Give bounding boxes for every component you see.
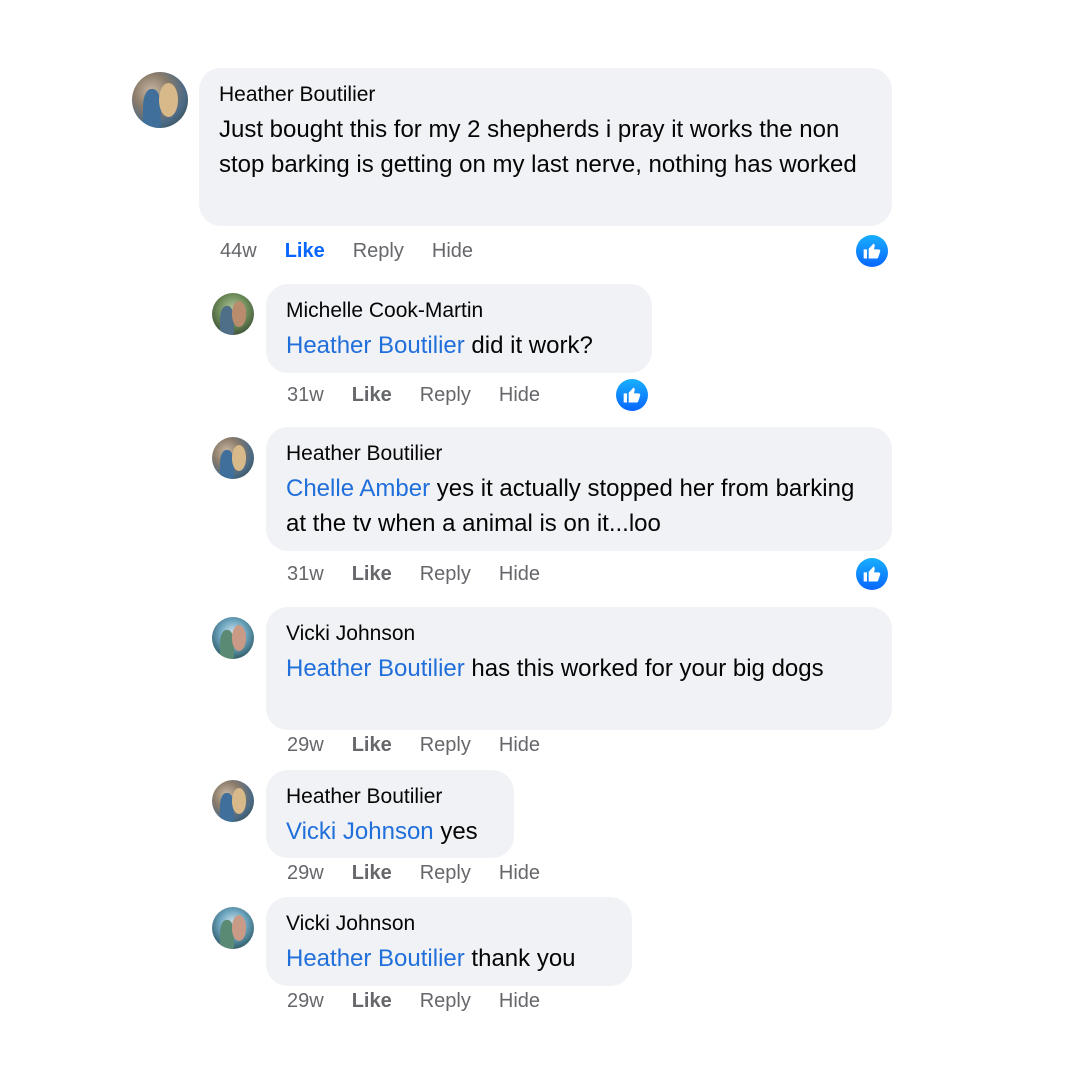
comment-author[interactable]: Heather Boutilier	[286, 441, 872, 467]
mention-link[interactable]: Chelle Amber	[286, 475, 430, 502]
comment-actions: 29w Like Reply Hide	[287, 734, 568, 757]
comment-body: did it work?	[464, 332, 593, 359]
comment-text: Heather Boutilier did it work?	[286, 328, 632, 363]
mention-link[interactable]: Vicki Johnson	[286, 818, 434, 845]
comment-timestamp[interactable]: 31w	[287, 563, 324, 586]
comment-text: Vicki Johnson yes	[286, 814, 494, 849]
hide-button[interactable]: Hide	[499, 862, 540, 885]
avatar[interactable]	[212, 780, 254, 822]
mention-link[interactable]: Heather Boutilier	[286, 945, 465, 972]
like-button[interactable]: Like	[285, 240, 325, 263]
comment-timestamp[interactable]: 29w	[287, 990, 324, 1013]
comment-text: Chelle Amber yes it actually stopped her…	[286, 471, 872, 541]
comment-bubble: Vicki Johnson Heather Boutilier thank yo…	[266, 897, 632, 986]
like-button[interactable]: Like	[352, 734, 392, 757]
comment-timestamp[interactable]: 29w	[287, 862, 324, 885]
comment-body: Just bought this for my 2 shepherds i pr…	[219, 116, 857, 178]
comment-bubble: Heather Boutilier Just bought this for m…	[199, 68, 892, 226]
like-button[interactable]: Like	[352, 384, 392, 407]
hide-button[interactable]: Hide	[499, 384, 540, 407]
like-reaction-icon[interactable]	[856, 235, 888, 267]
comment-actions: 29w Like Reply Hide	[287, 862, 568, 885]
comment-timestamp[interactable]: 31w	[287, 384, 324, 407]
like-reaction-icon[interactable]	[856, 558, 888, 590]
comment-author[interactable]: Heather Boutilier	[219, 82, 872, 108]
comment-text: Just bought this for my 2 shepherds i pr…	[219, 112, 872, 182]
avatar[interactable]	[212, 293, 254, 335]
like-button[interactable]: Like	[352, 990, 392, 1013]
reply-button[interactable]: Reply	[420, 563, 471, 586]
comment-author[interactable]: Michelle Cook-Martin	[286, 298, 632, 324]
avatar[interactable]	[212, 617, 254, 659]
comment-bubble: Heather Boutilier Chelle Amber yes it ac…	[266, 427, 892, 551]
avatar[interactable]	[132, 72, 188, 128]
hide-button[interactable]: Hide	[499, 734, 540, 757]
comment-author[interactable]: Vicki Johnson	[286, 621, 872, 647]
comment-body: yes	[433, 818, 478, 845]
reply-button[interactable]: Reply	[353, 240, 404, 263]
comment-bubble: Heather Boutilier Vicki Johnson yes	[266, 770, 514, 858]
reply-button[interactable]: Reply	[420, 384, 471, 407]
comment-body: has this worked for your big dogs	[464, 655, 824, 682]
reply-button[interactable]: Reply	[420, 990, 471, 1013]
comment-text: Heather Boutilier thank you	[286, 941, 612, 976]
like-button[interactable]: Like	[352, 862, 392, 885]
comment-author[interactable]: Vicki Johnson	[286, 911, 612, 937]
comment-actions: 31w Like Reply Hide	[287, 563, 568, 586]
like-reaction-icon[interactable]	[616, 379, 648, 411]
comment-actions: 29w Like Reply Hide	[287, 990, 568, 1013]
comment-actions: 31w Like Reply Hide	[287, 384, 568, 407]
hide-button[interactable]: Hide	[499, 990, 540, 1013]
comment-body: thank you	[464, 945, 576, 972]
avatar[interactable]	[212, 437, 254, 479]
comment-timestamp[interactable]: 29w	[287, 734, 324, 757]
comment-author[interactable]: Heather Boutilier	[286, 784, 494, 810]
mention-link[interactable]: Heather Boutilier	[286, 332, 465, 359]
reply-button[interactable]: Reply	[420, 734, 471, 757]
mention-link[interactable]: Heather Boutilier	[286, 655, 465, 682]
reply-button[interactable]: Reply	[420, 862, 471, 885]
hide-button[interactable]: Hide	[499, 563, 540, 586]
comment-text: Heather Boutilier has this worked for yo…	[286, 651, 872, 686]
comment-timestamp[interactable]: 44w	[220, 240, 257, 263]
hide-button[interactable]: Hide	[432, 240, 473, 263]
like-button[interactable]: Like	[352, 563, 392, 586]
comment-bubble: Michelle Cook-Martin Heather Boutilier d…	[266, 284, 652, 373]
comment-bubble: Vicki Johnson Heather Boutilier has this…	[266, 607, 892, 730]
avatar[interactable]	[212, 907, 254, 949]
comment-actions: 44w Like Reply Hide	[220, 240, 501, 263]
